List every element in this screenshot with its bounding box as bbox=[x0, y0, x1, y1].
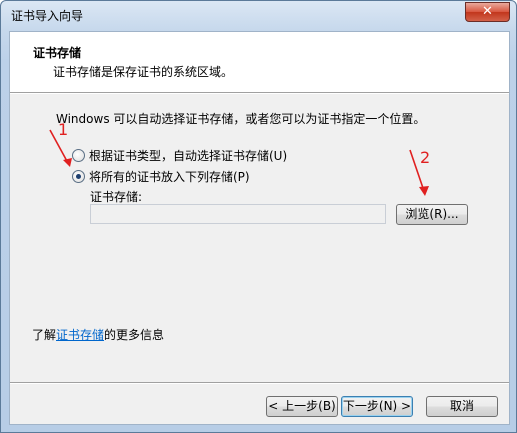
store-label: 证书存储: bbox=[90, 190, 143, 204]
back-button[interactable]: < 上一步(B) bbox=[266, 396, 338, 417]
radio-auto-select[interactable]: 根据证书类型，自动选择证书存储(U) bbox=[72, 147, 287, 164]
description-text: Windows 可以自动选择证书存储，或者您可以为证书指定一个位置。 bbox=[56, 112, 426, 126]
wizard-body bbox=[10, 94, 509, 424]
page-title: 证书存储 bbox=[33, 46, 82, 60]
radio-label-auto: 根据证书类型，自动选择证书存储(U) bbox=[89, 149, 288, 163]
learn-more-suffix: 的更多信息 bbox=[104, 328, 165, 342]
cancel-button[interactable]: 取消 bbox=[426, 396, 498, 417]
next-button[interactable]: 下一步(N) > bbox=[341, 396, 413, 417]
learn-more-link[interactable]: 证书存储 bbox=[56, 328, 104, 342]
close-button[interactable]: ✕ bbox=[465, 2, 510, 22]
footer-divider bbox=[10, 382, 509, 384]
radio-label-place: 将所有的证书放入下列存储(P) bbox=[89, 170, 250, 184]
wizard-content: 证书存储 证书存储是保存证书的系统区域。 Windows 可以自动选择证书存储，… bbox=[9, 31, 510, 425]
annotation-marker-2: 2 bbox=[420, 148, 431, 167]
wizard-window: 证书导入向导 ✕ 证书存储 证书存储是保存证书的系统区域。 Windows 可以… bbox=[0, 0, 517, 433]
window-title: 证书导入向导 bbox=[11, 9, 84, 23]
learn-more-prefix: 了解 bbox=[32, 328, 57, 342]
radio-place-in-store[interactable]: 将所有的证书放入下列存储(P) bbox=[72, 168, 250, 185]
page-subtitle: 证书存储是保存证书的系统区域。 bbox=[53, 65, 234, 79]
radio-button-checked[interactable] bbox=[72, 170, 85, 183]
title-bar: 证书导入向导 ✕ bbox=[1, 1, 516, 29]
store-field bbox=[90, 204, 386, 224]
wizard-header: 证书存储 证书存储是保存证书的系统区域。 bbox=[10, 32, 509, 92]
annotation-marker-1: 1 bbox=[58, 120, 69, 139]
learn-more-text: 了解证书存储的更多信息 bbox=[32, 326, 164, 343]
radio-button[interactable] bbox=[72, 149, 85, 162]
browse-button[interactable]: 浏览(R)... bbox=[396, 204, 468, 225]
